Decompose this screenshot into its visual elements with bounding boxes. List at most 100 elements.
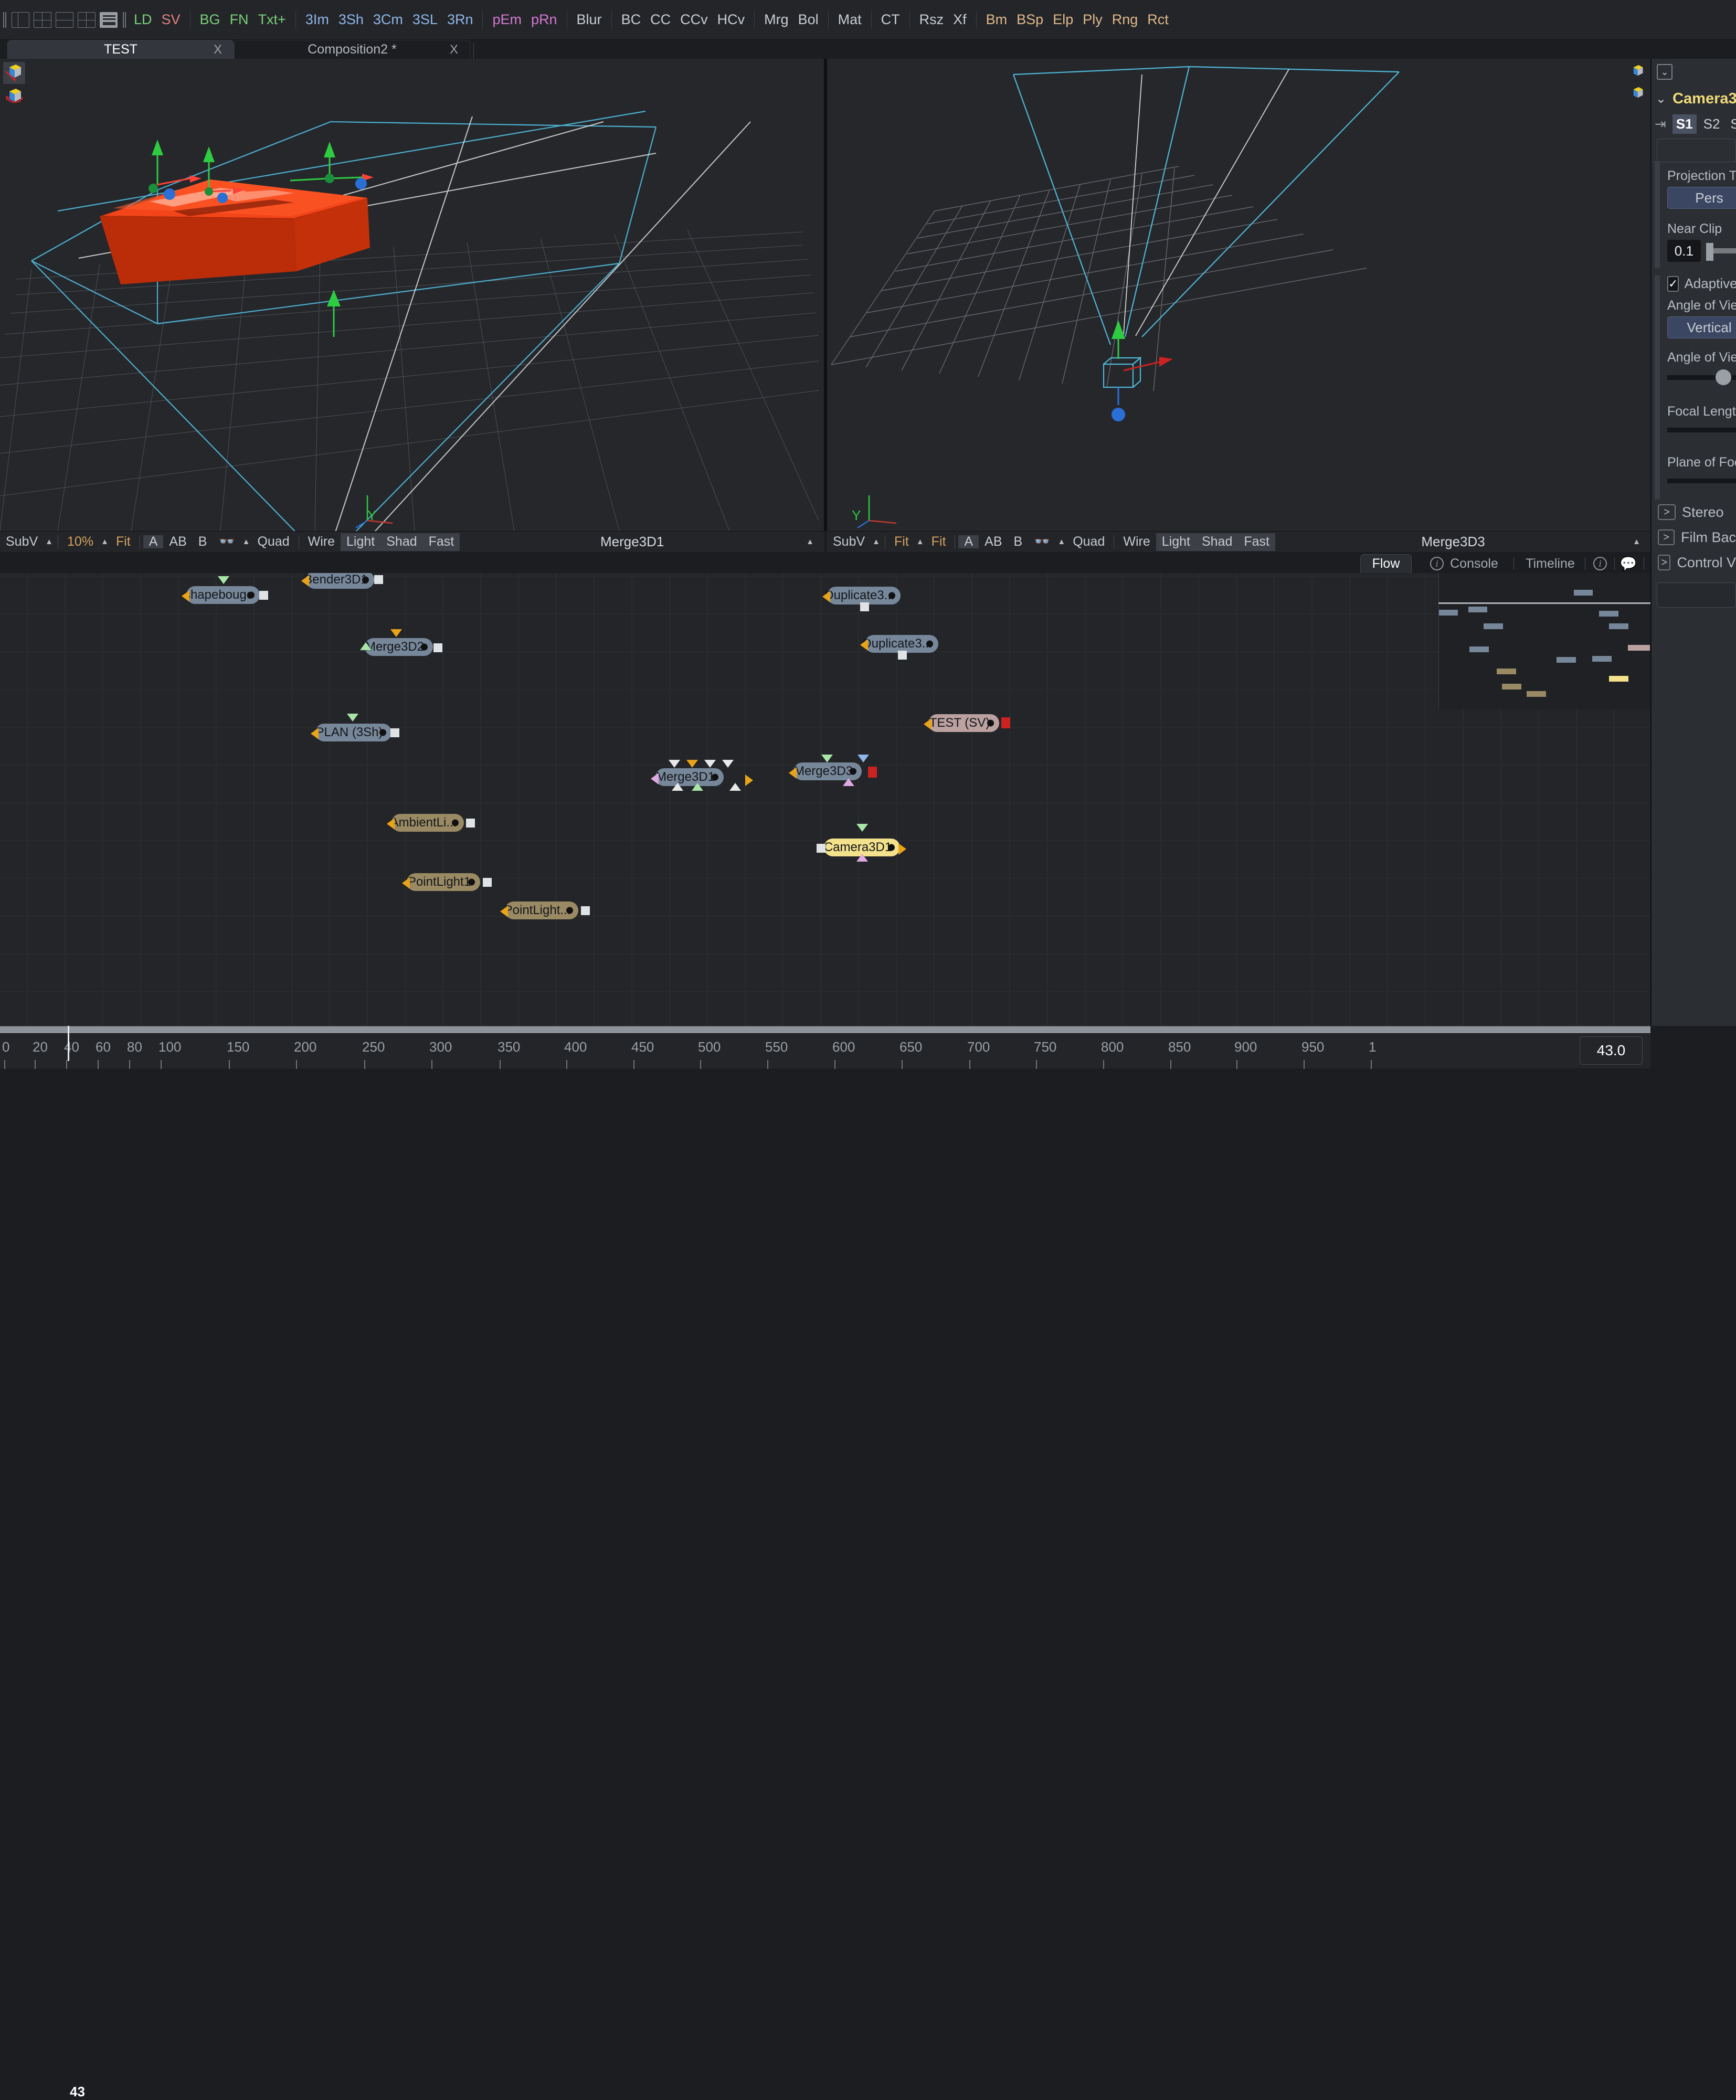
tool-button-sv[interactable]: SV <box>157 13 185 27</box>
node-connector[interactable] <box>860 639 868 651</box>
node-connector[interactable] <box>722 760 734 768</box>
time-ruler-ticks[interactable]: 0 20 40 60 80 100 150 200 250 300 350 400 450 500 550 6… <box>0 1033 1650 1069</box>
tool-button-3rn[interactable]: 3Rn <box>442 13 478 27</box>
node-connector[interactable] <box>182 590 189 602</box>
node-connector[interactable] <box>669 760 680 768</box>
flow-node[interactable]: shapebouge <box>184 586 260 604</box>
buffer-b-button[interactable]: B <box>193 535 213 548</box>
node-connector[interactable] <box>483 878 492 887</box>
source-chevron-icon[interactable]: ▲ <box>805 537 816 546</box>
flow-node[interactable]: AmbientLi... <box>390 814 464 832</box>
viewport-pan-cube-icon[interactable] <box>3 62 25 84</box>
inspector-extra-field[interactable] <box>1657 582 1736 608</box>
near-clip-field[interactable]: 0.1 <box>1667 240 1701 262</box>
zoom-chevron-icon[interactable]: ▲ <box>99 537 110 546</box>
node-connector[interactable] <box>817 844 825 853</box>
shad-button[interactable]: Shad <box>380 535 422 548</box>
fast-button[interactable]: Fast <box>1238 535 1275 548</box>
tool-button-3cm[interactable]: 3Cm <box>368 13 408 27</box>
current-time-field[interactable]: 43.0 <box>1580 1036 1643 1065</box>
flow-node[interactable]: Merge3D1 <box>655 768 724 786</box>
flow-node[interactable]: Duplicate3... <box>824 587 901 604</box>
flow-node[interactable]: TEST (SV) <box>928 714 999 732</box>
tool-button-3sh[interactable]: 3Sh <box>334 13 368 27</box>
subview-button[interactable]: SubV <box>0 535 44 548</box>
tool-button-prn[interactable]: pRn <box>526 13 562 27</box>
fast-button[interactable]: Fast <box>423 535 460 548</box>
angle-of-view-slider[interactable] <box>1716 369 1731 385</box>
comp-tab-composition2[interactable]: Composition2 * X <box>234 40 470 59</box>
tool-button-bsp[interactable]: BSp <box>1012 13 1048 27</box>
buffer-ab-button[interactable]: AB <box>163 535 192 548</box>
inspector-tab-strip[interactable] <box>1657 139 1736 162</box>
node-connector[interactable] <box>390 629 402 637</box>
node-connector[interactable] <box>387 818 395 830</box>
tool-button-elp[interactable]: Elp <box>1048 13 1078 27</box>
layout-stack-icon[interactable] <box>100 12 118 28</box>
expand-icon[interactable]: > <box>1658 529 1675 545</box>
zoom-level[interactable]: Fit <box>888 535 915 548</box>
tab-timeline[interactable]: Timeline <box>1517 554 1584 573</box>
node-connector[interactable] <box>868 767 877 778</box>
zoom-chevron-icon[interactable]: ▲ <box>915 537 926 546</box>
layout-split-view-icon[interactable] <box>12 12 29 28</box>
subview-button[interactable]: SubV <box>827 535 871 548</box>
section-stereo[interactable]: > Stereo <box>1652 500 1736 525</box>
tool-button-pem[interactable]: pEm <box>488 13 526 27</box>
close-icon[interactable]: X <box>450 43 458 57</box>
quad-chevron-icon[interactable]: ▲ <box>1056 537 1067 546</box>
tool-button-ccv[interactable]: CCv <box>675 13 713 27</box>
node-connector[interactable] <box>860 602 869 611</box>
close-icon[interactable]: X <box>214 43 222 57</box>
node-connector[interactable] <box>402 877 410 889</box>
tab-comment[interactable]: 💬 <box>1616 554 1640 573</box>
tool-button-ct[interactable]: CT <box>876 13 905 27</box>
viewport-right-cube-icon[interactable] <box>1628 63 1646 81</box>
tool-button-hcv[interactable]: HCv <box>713 13 750 27</box>
tool-button-txt[interactable]: Txt+ <box>253 13 291 27</box>
chevron-down-icon[interactable]: ⌄ <box>1656 91 1666 107</box>
flow-node[interactable]: Duplicate3... <box>862 635 938 653</box>
node-connector[interactable] <box>924 718 931 730</box>
flow-node[interactable]: PointLight1 <box>407 873 480 891</box>
zoom-level[interactable]: 10% <box>61 535 99 548</box>
node-connector[interactable] <box>856 854 868 862</box>
layout-split-horizontal-icon[interactable] <box>56 12 73 28</box>
tool-button-xf[interactable]: Xf <box>948 13 971 27</box>
tool-button-cc[interactable]: CC <box>645 13 675 27</box>
viewport-left-source[interactable]: Merge3D1 <box>460 534 805 550</box>
node-connector[interactable] <box>311 728 319 739</box>
light-button[interactable]: Light <box>341 535 380 548</box>
section-film-back[interactable]: > Film Bac <box>1652 525 1736 550</box>
node-connector[interactable] <box>858 755 869 762</box>
node-connector[interactable] <box>672 783 683 791</box>
layout-split-vertical-icon[interactable] <box>34 12 51 28</box>
tool-button-rct[interactable]: Rct <box>1142 13 1173 27</box>
node-connector[interactable] <box>843 778 854 786</box>
flow-node[interactable]: PointLight... <box>504 901 578 919</box>
playhead[interactable] <box>68 1026 69 1061</box>
fit-button[interactable]: Fit <box>110 535 136 548</box>
projection-type-combo[interactable]: Pers <box>1667 187 1736 209</box>
layout-split-quad-icon[interactable] <box>78 12 96 28</box>
node-connector[interactable] <box>821 755 833 762</box>
node-connector[interactable] <box>898 843 906 855</box>
focal-length-slider[interactable] <box>1667 428 1736 432</box>
stereo-glasses-icon[interactable]: 👓 <box>213 535 240 548</box>
plane-of-focus-slider[interactable] <box>1667 479 1736 483</box>
node-connector[interactable] <box>729 783 741 791</box>
tool-button-bol[interactable]: Bol <box>793 13 823 27</box>
node-connector[interactable] <box>218 576 229 584</box>
node-connector[interactable] <box>500 906 508 917</box>
node-connector[interactable] <box>692 783 703 791</box>
flow-node[interactable]: PLAN (3Sh) <box>315 724 391 741</box>
node-connector[interactable] <box>390 728 399 737</box>
tab-console[interactable]: i Console <box>1417 554 1511 573</box>
node-connector[interactable] <box>1001 717 1010 728</box>
state-s3[interactable]: S <box>1727 114 1736 134</box>
node-connector[interactable] <box>433 643 442 652</box>
subview-chevron-icon[interactable]: ▲ <box>871 537 882 546</box>
subview-chevron-icon[interactable]: ▲ <box>44 537 55 546</box>
viewport-rotate-cube-icon[interactable] <box>3 86 25 108</box>
buffer-b-button[interactable]: B <box>1008 535 1029 548</box>
